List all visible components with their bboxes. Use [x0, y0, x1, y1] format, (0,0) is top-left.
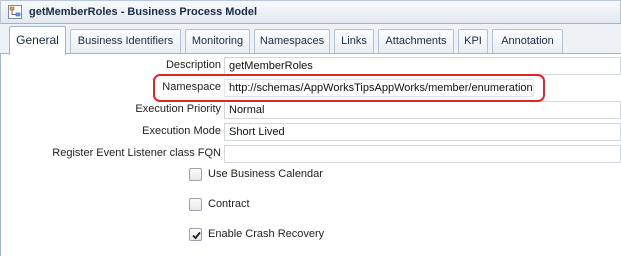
event-listener-label: Register Event Listener class FQN [52, 147, 221, 159]
window-titlebar: getMemberRoles - Business Process Model [0, 0, 621, 24]
tab-attachments[interactable]: Attachments [378, 29, 454, 53]
execution-priority-label: Execution Priority [135, 103, 221, 115]
contract-checkbox[interactable] [189, 198, 202, 211]
contract-label: Contract [208, 198, 250, 210]
checkmark-icon [192, 231, 201, 240]
execution-mode-select[interactable]: Short Lived [224, 123, 621, 141]
tab-monitoring[interactable]: Monitoring [185, 29, 250, 53]
description-label: Description [165, 59, 221, 71]
description-row: Description getMemberRoles [0, 57, 621, 75]
namespace-field[interactable]: http://schemas/AppWorksTipsAppWorks/memb… [224, 79, 534, 97]
execution-mode-label: Execution Mode [142, 125, 221, 137]
execution-priority-row: Execution Priority Normal [0, 101, 621, 119]
namespace-row: Namespace http://schemas/AppWorksTipsApp… [0, 79, 621, 97]
namespace-label: Namespace [162, 81, 221, 93]
description-field[interactable]: getMemberRoles [224, 57, 621, 75]
tab-namespaces[interactable]: Namespaces [254, 29, 330, 53]
tab-strip: General Business Identifiers Monitoring … [0, 24, 621, 55]
event-listener-field[interactable] [224, 145, 621, 163]
window-title: getMemberRoles - Business Process Model [29, 6, 258, 18]
tab-general[interactable]: General [9, 26, 66, 55]
execution-mode-row: Execution Mode Short Lived [0, 123, 621, 141]
process-model-icon [8, 5, 22, 19]
enable-crash-recovery-checkbox[interactable] [189, 228, 202, 241]
tab-kpi[interactable]: KPI [458, 29, 488, 53]
execution-priority-select[interactable]: Normal [224, 101, 621, 119]
tab-links[interactable]: Links [334, 29, 374, 53]
event-listener-row: Register Event Listener class FQN [0, 145, 621, 163]
use-business-calendar-label: Use Business Calendar [208, 168, 323, 180]
enable-crash-recovery-label: Enable Crash Recovery [208, 228, 325, 240]
tab-business-identifiers[interactable]: Business Identifiers [70, 29, 181, 53]
use-business-calendar-checkbox[interactable] [189, 168, 202, 181]
tab-annotation[interactable]: Annotation [492, 29, 563, 53]
